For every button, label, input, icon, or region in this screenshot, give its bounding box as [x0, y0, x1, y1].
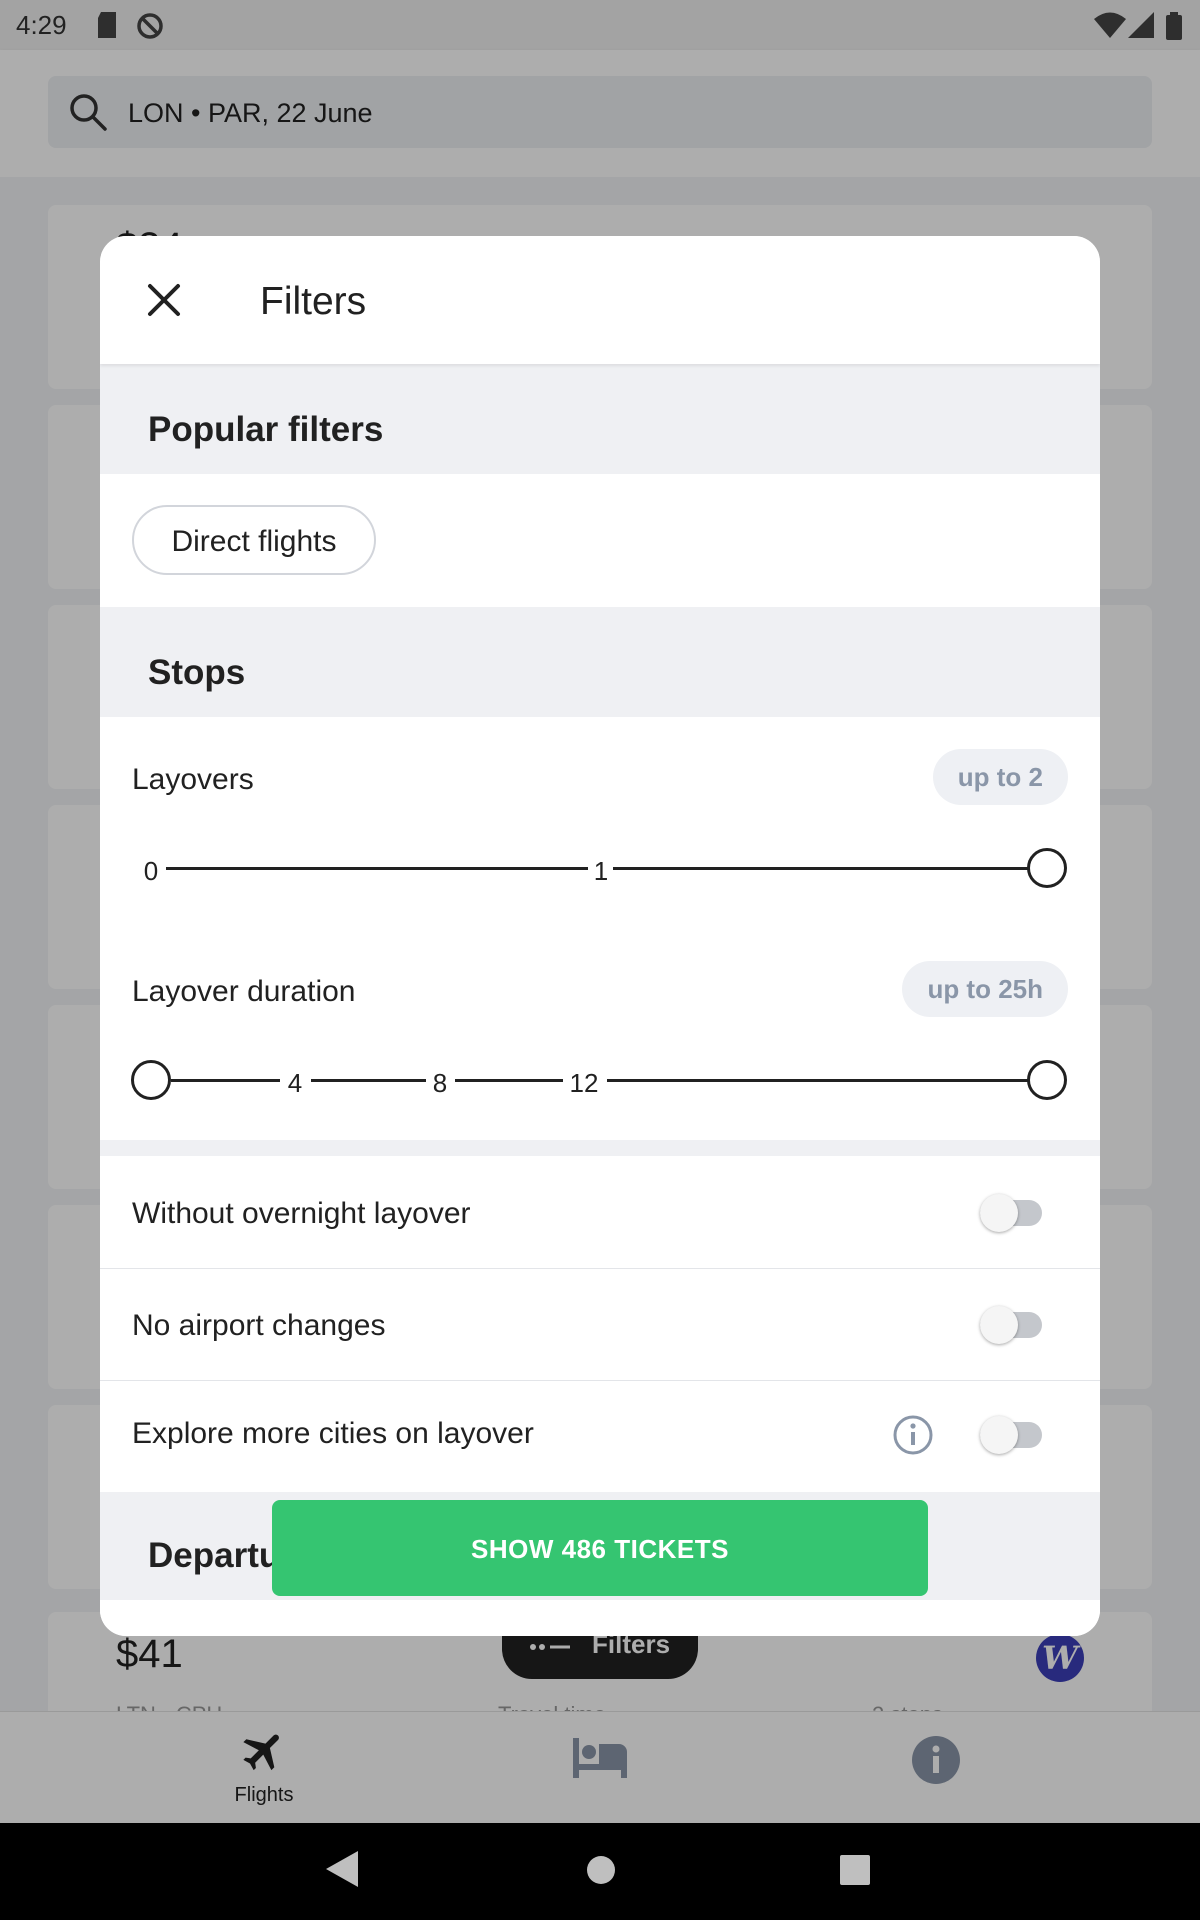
toggle-knob [980, 1194, 1018, 1232]
slider-tick-label: 12 [569, 1068, 599, 1098]
slider-tick-label: 0 [143, 856, 159, 886]
recents-icon[interactable] [840, 1855, 870, 1885]
chip-label: Direct flights [171, 525, 337, 558]
close-icon[interactable] [142, 278, 186, 322]
toggle-without-overnight-layover[interactable] [980, 1194, 1042, 1232]
system-nav-bar [0, 1823, 1200, 1920]
slider-track [171, 1079, 280, 1082]
slider-track [311, 1079, 426, 1082]
row-separator [100, 1268, 1100, 1269]
back-icon[interactable] [326, 1851, 358, 1887]
layover-duration-max-thumb[interactable] [1027, 1060, 1067, 1100]
section-popular-filters: Popular filters [100, 364, 1100, 474]
toggle-explore-more-cities[interactable] [980, 1416, 1042, 1454]
toggle-knob [980, 1416, 1018, 1454]
slider-track [607, 1079, 1047, 1082]
toggle-airport-changes-label: No airport changes [132, 1309, 386, 1342]
layover-duration-min-thumb[interactable] [131, 1060, 171, 1100]
row-separator [100, 1380, 1100, 1381]
show-tickets-label: SHOW 486 TICKETS [471, 1534, 729, 1564]
layovers-max-thumb[interactable] [1027, 848, 1067, 888]
toggle-knob [980, 1306, 1018, 1344]
slider-tick-label: 4 [287, 1068, 303, 1098]
dialog-title: Filters [260, 280, 367, 323]
layovers-label: Layovers [132, 763, 254, 796]
layovers-value-badge: up to 2 [932, 749, 1068, 805]
layover-duration-label: Layover duration [132, 975, 356, 1008]
toggle-overnight-label: Without overnight layover [132, 1197, 471, 1230]
dialog-header: Filters [100, 236, 1100, 364]
slider-track [613, 867, 1047, 870]
filters-dialog: Filters Popular filters Direct flights S… [100, 236, 1100, 1636]
toggle-no-airport-changes[interactable] [980, 1306, 1042, 1344]
home-icon[interactable] [586, 1855, 616, 1885]
info-icon[interactable] [892, 1414, 934, 1456]
show-tickets-button[interactable]: SHOW 486 TICKETS [272, 1500, 928, 1596]
dialog-footer [100, 1600, 1100, 1636]
section-divider [100, 1140, 1100, 1156]
section-title: Popular filters [148, 410, 384, 449]
layover-duration-value-badge: up to 25h [902, 961, 1068, 1017]
direct-flights-chip[interactable]: Direct flights [132, 505, 376, 575]
section-stops: Stops [100, 607, 1100, 717]
toggle-explore-cities-label: Explore more cities on layover [132, 1417, 534, 1450]
slider-tick-label: 1 [593, 856, 609, 886]
slider-track [166, 867, 588, 870]
section-title: Stops [148, 653, 246, 692]
slider-tick-label: 8 [432, 1068, 448, 1098]
slider-track [455, 1079, 563, 1082]
